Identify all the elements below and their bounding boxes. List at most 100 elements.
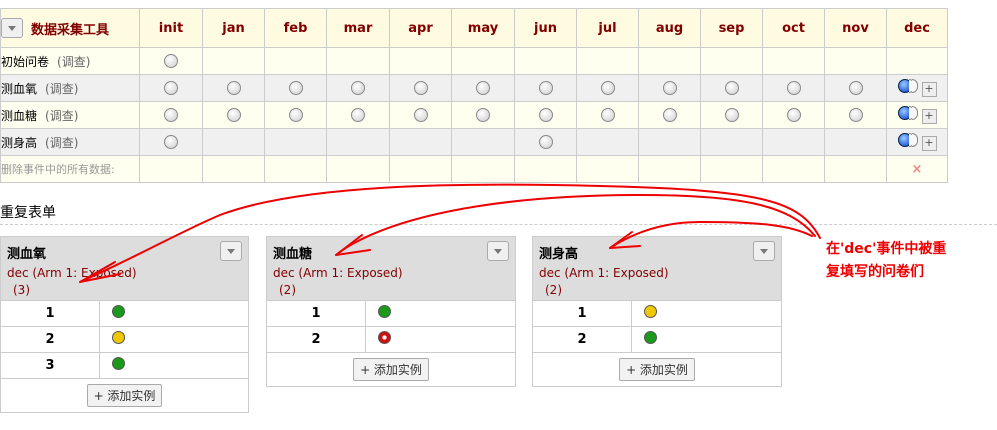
add-instance-icon[interactable]: + — [921, 82, 937, 97]
status-dot-icon[interactable] — [476, 81, 490, 96]
add-instance-icon[interactable]: + — [921, 136, 937, 151]
repeat-stack-icon[interactable] — [897, 106, 918, 120]
instrument-name: 测血糖 — [1, 108, 38, 123]
status-dot-icon[interactable] — [724, 81, 739, 96]
event-header-jun: jun — [514, 8, 577, 48]
card-count: (3) — [13, 283, 30, 297]
card-event: dec (Arm 1: Exposed) — [539, 266, 669, 280]
event-header-jan: jan — [202, 8, 265, 48]
status-dot-icon[interactable] — [786, 108, 801, 123]
event-header-oct: oct — [762, 8, 825, 48]
event-header-aug: aug — [638, 8, 701, 48]
status-dot-icon[interactable] — [112, 305, 125, 318]
instance-number: 1 — [1, 300, 100, 327]
status-dot-icon[interactable] — [848, 81, 863, 96]
instrument-label: 测血糖 (调查) — [0, 101, 140, 129]
status-dot-icon[interactable] — [112, 357, 125, 370]
event-header-nov: nov — [824, 8, 887, 48]
add-instance-button[interactable]: + 添加实例 — [619, 358, 695, 381]
card-menu-dropdown[interactable] — [220, 241, 242, 261]
event-header-dec: dec — [886, 8, 948, 48]
instrument-type: (调查) — [45, 135, 79, 150]
table-row: 2 — [533, 326, 781, 352]
event-header-apr: apr — [389, 8, 452, 48]
grid-corner: 数据采集工具 — [0, 8, 140, 48]
status-dot-icon[interactable] — [538, 135, 553, 150]
status-dot-icon[interactable] — [600, 108, 615, 123]
instance-number: 2 — [1, 326, 100, 353]
table-row: 1 — [533, 300, 781, 327]
status-dot-icon[interactable] — [378, 305, 391, 318]
status-dot-icon[interactable] — [164, 135, 178, 150]
delete-row-label: 删除事件中的所有数据: — [0, 155, 140, 183]
add-instance-button[interactable]: + 添加实例 — [353, 358, 429, 381]
card-header: 测血氧 dec (Arm 1: Exposed) (3) — [1, 237, 248, 300]
grid-row: 测身高 (调查) + — [0, 128, 948, 156]
event-header-init: init — [139, 8, 203, 48]
status-dot-icon[interactable] — [538, 108, 553, 123]
section-title: 重复表单 — [0, 205, 56, 221]
data-collection-grid: 数据采集工具 init jan feb mar apr may jun jul … — [0, 8, 948, 183]
status-dot-icon[interactable] — [351, 108, 365, 123]
status-dot-icon[interactable] — [351, 81, 365, 96]
table-row: 2 — [1, 326, 248, 353]
status-dot-icon[interactable] — [112, 331, 125, 344]
status-dot-icon[interactable] — [662, 81, 677, 96]
event-header-feb: feb — [264, 8, 327, 48]
instance-number: 2 — [267, 326, 366, 352]
repeat-form-card: 测身高 dec (Arm 1: Exposed) (2) 1 2 + 添加实例 — [532, 236, 782, 387]
status-dot-icon[interactable] — [644, 305, 657, 318]
status-dot-icon[interactable] — [786, 81, 801, 96]
card-title: 测血氧 — [7, 247, 47, 262]
card-event: dec (Arm 1: Exposed) — [273, 266, 403, 280]
status-dot-icon[interactable] — [600, 81, 615, 96]
repeat-stack-icon[interactable] — [897, 79, 918, 93]
status-dot-icon[interactable] — [413, 81, 428, 96]
grid-row: 初始问卷 (调查) — [0, 47, 948, 75]
repeat-form-card: 测血糖 dec (Arm 1: Exposed) (2) 1 2 + 添加实例 — [266, 236, 516, 387]
status-dot-icon[interactable] — [164, 81, 178, 96]
instrument-name: 测血氧 — [1, 81, 38, 96]
status-dot-icon[interactable] — [226, 108, 241, 123]
corner-label: 数据采集工具 — [31, 22, 110, 38]
add-instance-button[interactable]: + 添加实例 — [86, 384, 163, 407]
status-dot-icon[interactable] — [644, 331, 657, 344]
section-divider — [0, 224, 997, 225]
status-dot-icon[interactable] — [164, 54, 178, 69]
card-header: 测身高 dec (Arm 1: Exposed) (2) — [533, 237, 781, 300]
instrument-type: (调查) — [45, 108, 79, 123]
card-title: 测血糖 — [273, 247, 313, 262]
card-menu-dropdown[interactable] — [753, 241, 775, 261]
card-header: 测血糖 dec (Arm 1: Exposed) (2) — [267, 237, 515, 300]
table-row: 3 — [1, 352, 248, 378]
card-title: 测身高 — [539, 247, 579, 262]
delete-x-icon[interactable]: × — [912, 162, 923, 177]
status-dot-icon[interactable] — [378, 331, 391, 344]
annotation-line: 复填写的问卷们 — [826, 264, 924, 280]
status-dot-icon[interactable] — [662, 108, 677, 123]
status-dot-icon[interactable] — [226, 81, 241, 96]
status-dot-icon[interactable] — [538, 81, 553, 96]
instance-number: 1 — [533, 300, 632, 327]
instrument-label: 测血氧 (调查) — [0, 74, 140, 102]
status-dot-icon[interactable] — [288, 108, 303, 123]
instrument-type: (调查) — [57, 54, 91, 69]
status-dot-icon[interactable] — [288, 81, 303, 96]
repeat-form-card: 测血氧 dec (Arm 1: Exposed) (3) 1 2 3 + 添加实… — [0, 236, 249, 413]
status-dot-icon[interactable] — [164, 108, 178, 123]
card-menu-dropdown[interactable] — [487, 241, 509, 261]
instrument-menu-dropdown[interactable] — [1, 18, 23, 38]
add-instance-icon[interactable]: + — [921, 109, 937, 124]
repeat-stack-icon[interactable] — [897, 133, 918, 147]
table-row: 1 — [267, 300, 515, 327]
status-dot-icon[interactable] — [848, 108, 863, 123]
grid-row: 测血糖 (调查) + — [0, 101, 948, 129]
instrument-name: 初始问卷 — [1, 54, 50, 69]
instrument-label: 初始问卷 (调查) — [0, 47, 140, 75]
status-dot-icon[interactable] — [476, 108, 490, 123]
card-count: (2) — [545, 283, 562, 297]
status-dot-icon[interactable] — [724, 108, 739, 123]
status-dot-icon[interactable] — [413, 108, 428, 123]
table-row: 2 — [267, 326, 515, 352]
instance-number: 3 — [1, 352, 100, 378]
